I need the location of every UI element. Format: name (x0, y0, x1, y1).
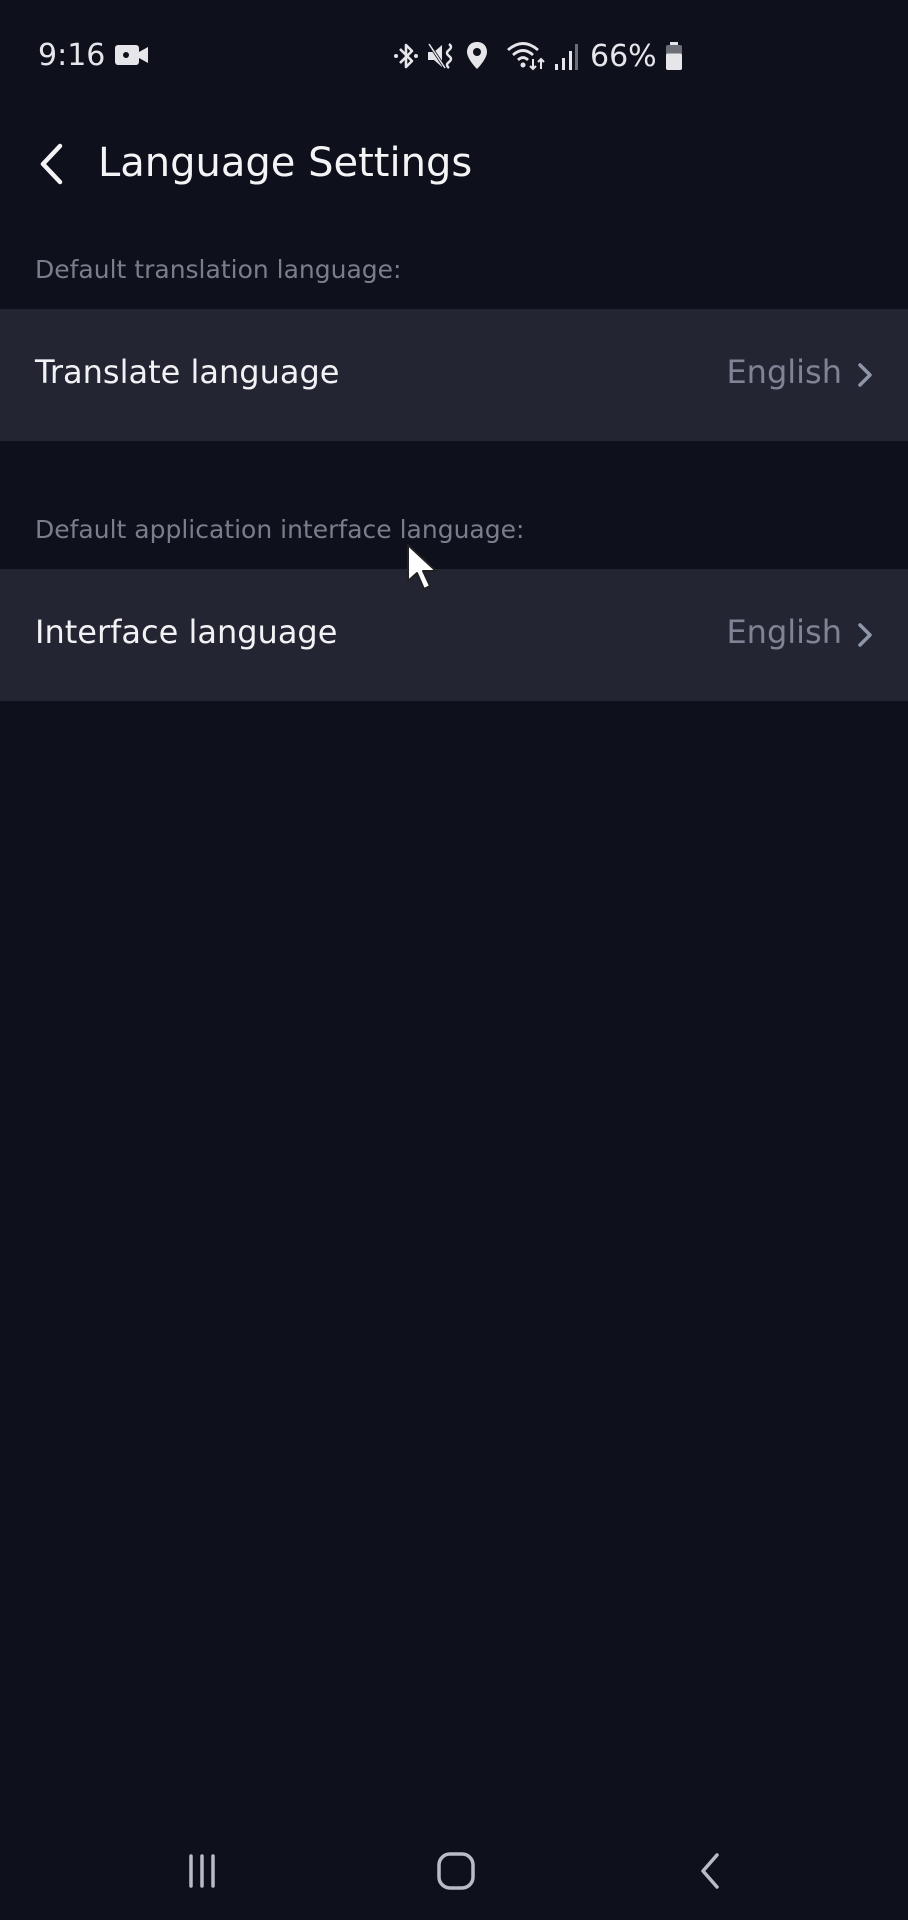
battery-icon (665, 42, 682, 70)
status-bar: 9:16 66% (0, 0, 908, 100)
system-back-button[interactable] (681, 1846, 741, 1896)
row-label: Interface language (35, 613, 338, 651)
status-time: 9:16 (38, 38, 106, 73)
back-icon (701, 1853, 719, 1889)
wifi-data-icon (507, 42, 545, 71)
row-label: Translate language (35, 353, 340, 391)
row-value: English (726, 613, 842, 651)
status-icons: 66% (393, 36, 684, 76)
section-label-translation: Default translation language: (35, 255, 402, 284)
interface-language-row[interactable]: Interface language English (0, 569, 908, 701)
app-header: Language Settings (0, 118, 908, 208)
location-icon (467, 42, 487, 69)
back-button[interactable] (30, 138, 80, 190)
system-nav-bar (0, 1820, 908, 1920)
recent-apps-icon (189, 1854, 215, 1888)
chevron-left-icon (40, 143, 63, 185)
video-camera-icon (115, 45, 148, 65)
home-button[interactable] (426, 1846, 486, 1896)
chevron-right-icon (858, 623, 872, 647)
row-value: English (726, 353, 842, 391)
translate-language-row[interactable]: Translate language English (0, 309, 908, 441)
recent-apps-button[interactable] (172, 1846, 232, 1896)
page-title: Language Settings (98, 140, 473, 186)
chevron-right-icon (858, 363, 872, 387)
section-label-interface: Default application interface language: (35, 515, 525, 544)
mouse-pointer-icon (407, 544, 437, 590)
bluetooth-icon (394, 43, 418, 69)
home-icon (437, 1852, 475, 1890)
signal-icon (555, 44, 578, 70)
battery-percent: 66% (590, 38, 657, 74)
mute-vibrate-icon (427, 43, 453, 69)
